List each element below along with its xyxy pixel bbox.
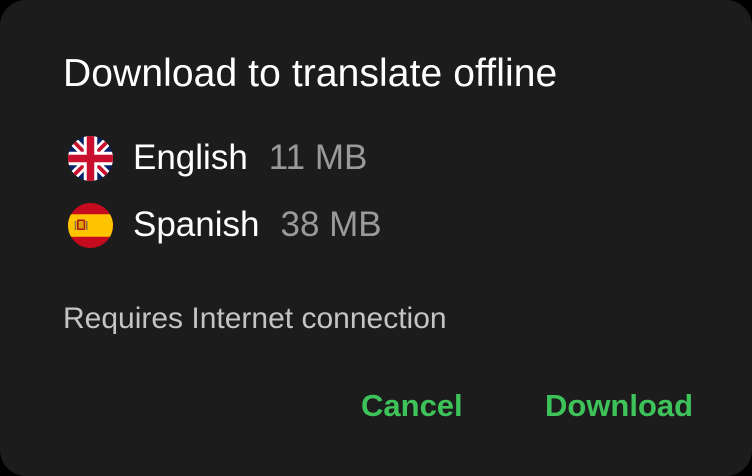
uk-flag-icon — [68, 135, 113, 181]
language-name: English — [133, 138, 248, 177]
spain-flag-icon — [68, 202, 113, 248]
download-button[interactable]: Download — [545, 388, 693, 424]
download-dialog: Download to translate offline English 11… — [0, 0, 752, 476]
language-item-english: English 11 MB — [68, 133, 367, 183]
language-size: 11 MB — [268, 138, 368, 177]
language-size: 38 MB — [280, 205, 382, 244]
language-item-spanish: Spanish 38 MB — [68, 200, 382, 250]
language-name: Spanish — [133, 205, 260, 244]
cancel-button[interactable]: Cancel — [361, 388, 463, 424]
dialog-title: Download to translate offline — [63, 52, 558, 95]
connection-note: Requires Internet connection — [63, 302, 447, 335]
